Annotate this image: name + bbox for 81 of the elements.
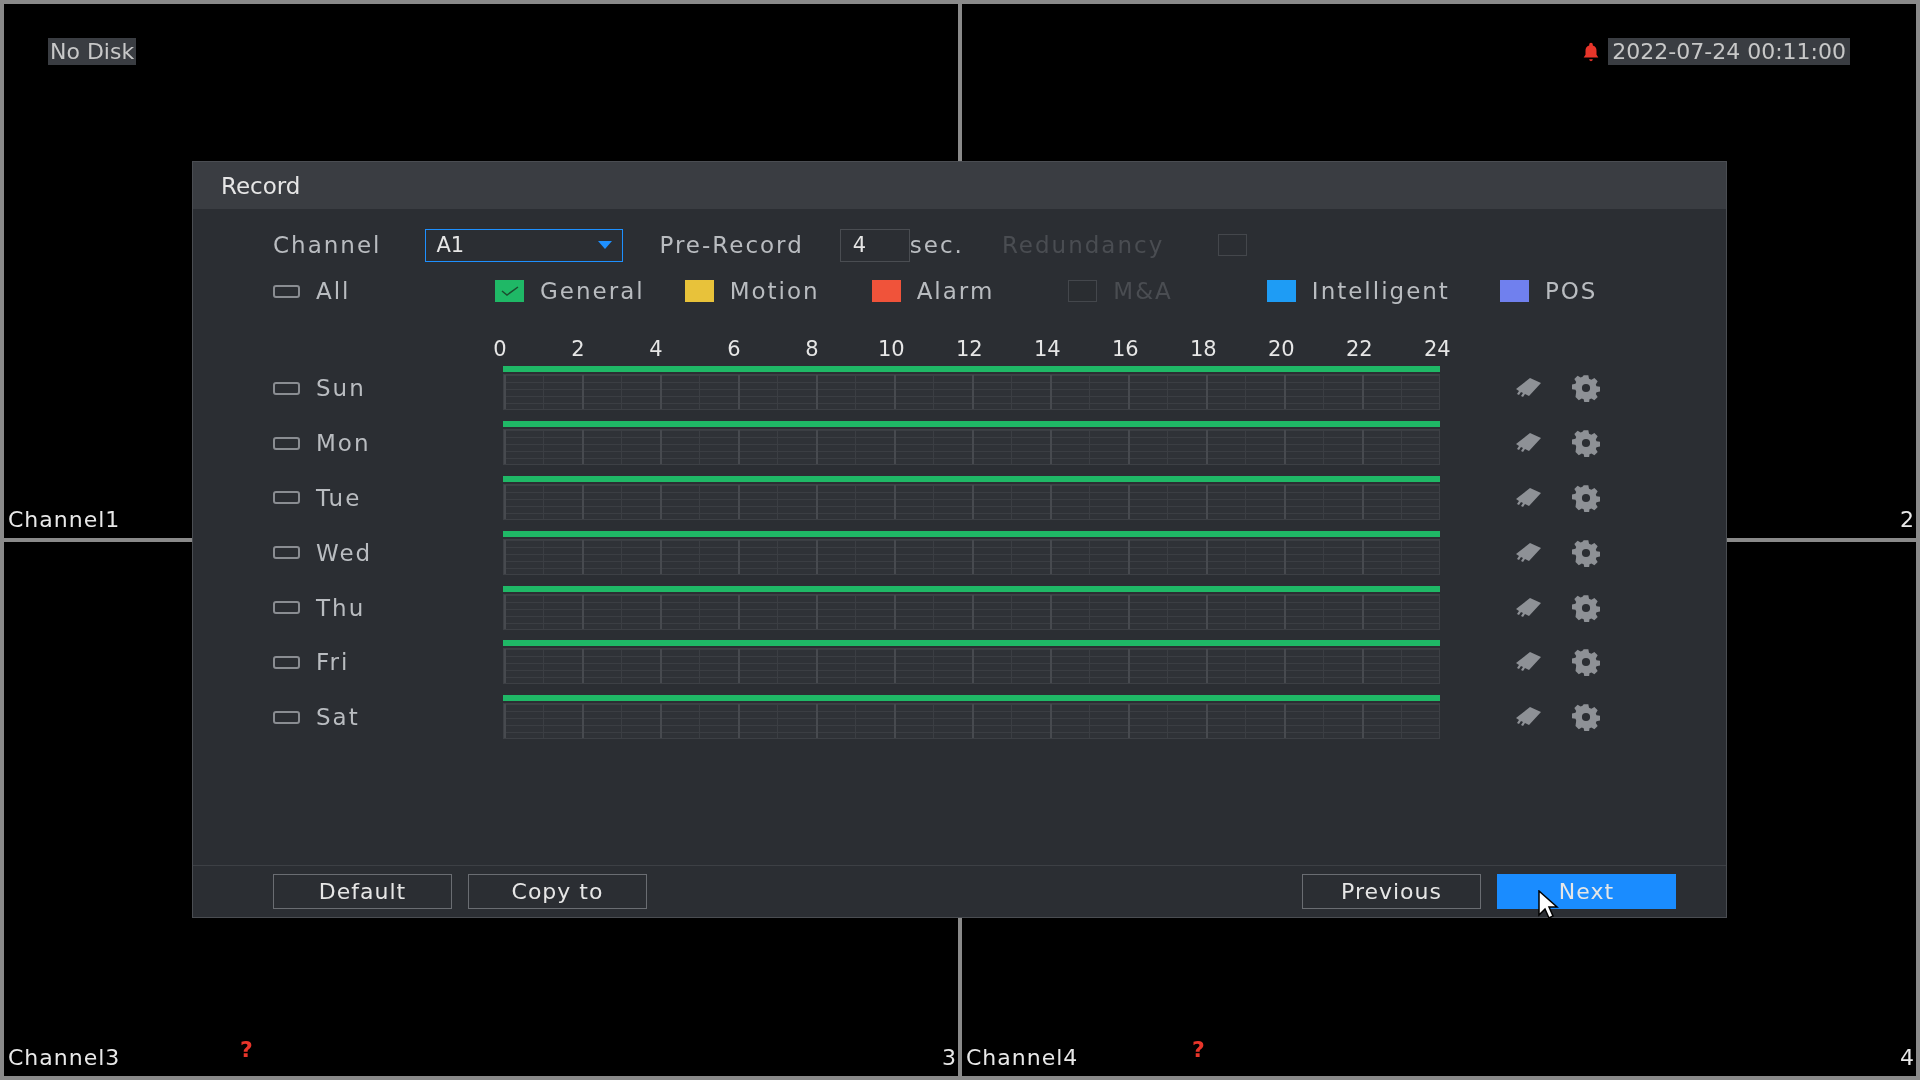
warning-mark: ? <box>1192 1037 1205 1062</box>
channel-label: Channel3 <box>8 1045 121 1070</box>
channel-label: Channel4 <box>966 1045 1079 1070</box>
all-label: All <box>316 278 351 304</box>
hour-label: 12 <box>956 337 980 361</box>
hour-label: 24 <box>1424 337 1448 361</box>
eraser-icon[interactable] <box>1514 541 1542 564</box>
legend-label: POS <box>1544 278 1598 304</box>
day-label: Fri <box>316 649 350 676</box>
legend-swatch[interactable] <box>684 280 714 302</box>
disk-status: No Disk <box>48 38 137 65</box>
cursor-icon <box>1538 890 1560 920</box>
schedule-track[interactable] <box>503 695 1440 740</box>
warning-mark: ? <box>240 1037 253 1062</box>
settings-icon[interactable] <box>1572 703 1600 732</box>
schedule-track[interactable] <box>503 585 1440 630</box>
dialog-button[interactable]: Copy to <box>468 874 647 909</box>
legend-swatch[interactable] <box>1266 280 1296 302</box>
eraser-icon[interactable] <box>1514 377 1542 400</box>
channel-number: 4 <box>1900 1045 1914 1070</box>
hour-label: 0 <box>492 337 508 361</box>
eraser-icon[interactable] <box>1514 651 1542 674</box>
day-label: Wed <box>316 539 373 566</box>
channel-dropdown[interactable]: A1 <box>425 228 624 262</box>
hour-label: 20 <box>1268 337 1292 361</box>
eraser-icon[interactable] <box>1514 596 1542 619</box>
day-label: Tue <box>316 485 362 511</box>
hour-label: 22 <box>1346 337 1370 361</box>
channel-label: Channel <box>273 232 382 258</box>
pre-record-field[interactable]: 4 <box>839 228 910 262</box>
settings-icon[interactable] <box>1572 538 1600 567</box>
settings-icon[interactable] <box>1572 484 1600 512</box>
legend-swatch[interactable] <box>871 280 901 302</box>
hour-label: 8 <box>804 337 820 361</box>
legend-label: General <box>540 278 645 304</box>
legend-label: Intelligent <box>1311 278 1450 304</box>
eraser-icon[interactable] <box>1514 487 1542 509</box>
legend-swatch[interactable] <box>1499 280 1529 302</box>
day-checkbox[interactable] <box>273 491 300 505</box>
day-checkbox[interactable] <box>273 436 300 450</box>
eraser-icon[interactable] <box>1514 432 1542 455</box>
channel-number: 3 <box>942 1045 956 1070</box>
day-checkbox[interactable] <box>273 655 300 669</box>
hour-label: 4 <box>648 337 664 361</box>
hour-label: 14 <box>1034 337 1058 361</box>
dialog-button[interactable]: Default <box>273 874 452 909</box>
caret-icon <box>598 241 613 249</box>
pre-record-label: Pre-Record <box>659 232 804 258</box>
all-checkbox[interactable] <box>273 284 300 298</box>
schedule-track[interactable] <box>503 421 1440 466</box>
day-label: Thu <box>316 594 366 621</box>
eraser-icon[interactable] <box>1514 706 1542 729</box>
day-label: Mon <box>316 430 371 457</box>
schedule-track[interactable] <box>503 476 1440 520</box>
hour-label: 6 <box>726 337 742 361</box>
legend-label: Alarm <box>916 278 995 304</box>
schedule-track[interactable] <box>503 640 1440 685</box>
schedule-track[interactable] <box>503 366 1440 411</box>
datetime: 2022-07-24 00:11:00 <box>1608 38 1850 65</box>
day-checkbox[interactable] <box>273 381 300 395</box>
unit-label: sec. <box>909 232 964 258</box>
hour-label: 2 <box>570 337 586 361</box>
day-checkbox[interactable] <box>273 546 300 560</box>
checked-swatch[interactable] <box>495 280 524 302</box>
hour-label: 16 <box>1112 337 1136 361</box>
day-checkbox[interactable] <box>273 601 300 615</box>
hour-label: 10 <box>878 337 902 361</box>
day-label: Sun <box>316 375 366 402</box>
settings-icon[interactable] <box>1572 593 1600 622</box>
channel-label: Channel1 <box>8 507 121 532</box>
day-label: Sat <box>316 704 360 731</box>
day-checkbox[interactable] <box>273 710 300 724</box>
legend-label: Motion <box>729 278 820 304</box>
channel-number: 2 <box>1900 507 1914 532</box>
schedule-track[interactable] <box>503 530 1440 575</box>
dialog-title: Record <box>221 172 301 199</box>
settings-icon[interactable] <box>1572 374 1600 403</box>
dialog-button[interactable]: Previous <box>1302 874 1481 909</box>
settings-icon[interactable] <box>1572 648 1600 677</box>
settings-icon[interactable] <box>1572 429 1600 458</box>
hour-label: 18 <box>1190 337 1214 361</box>
